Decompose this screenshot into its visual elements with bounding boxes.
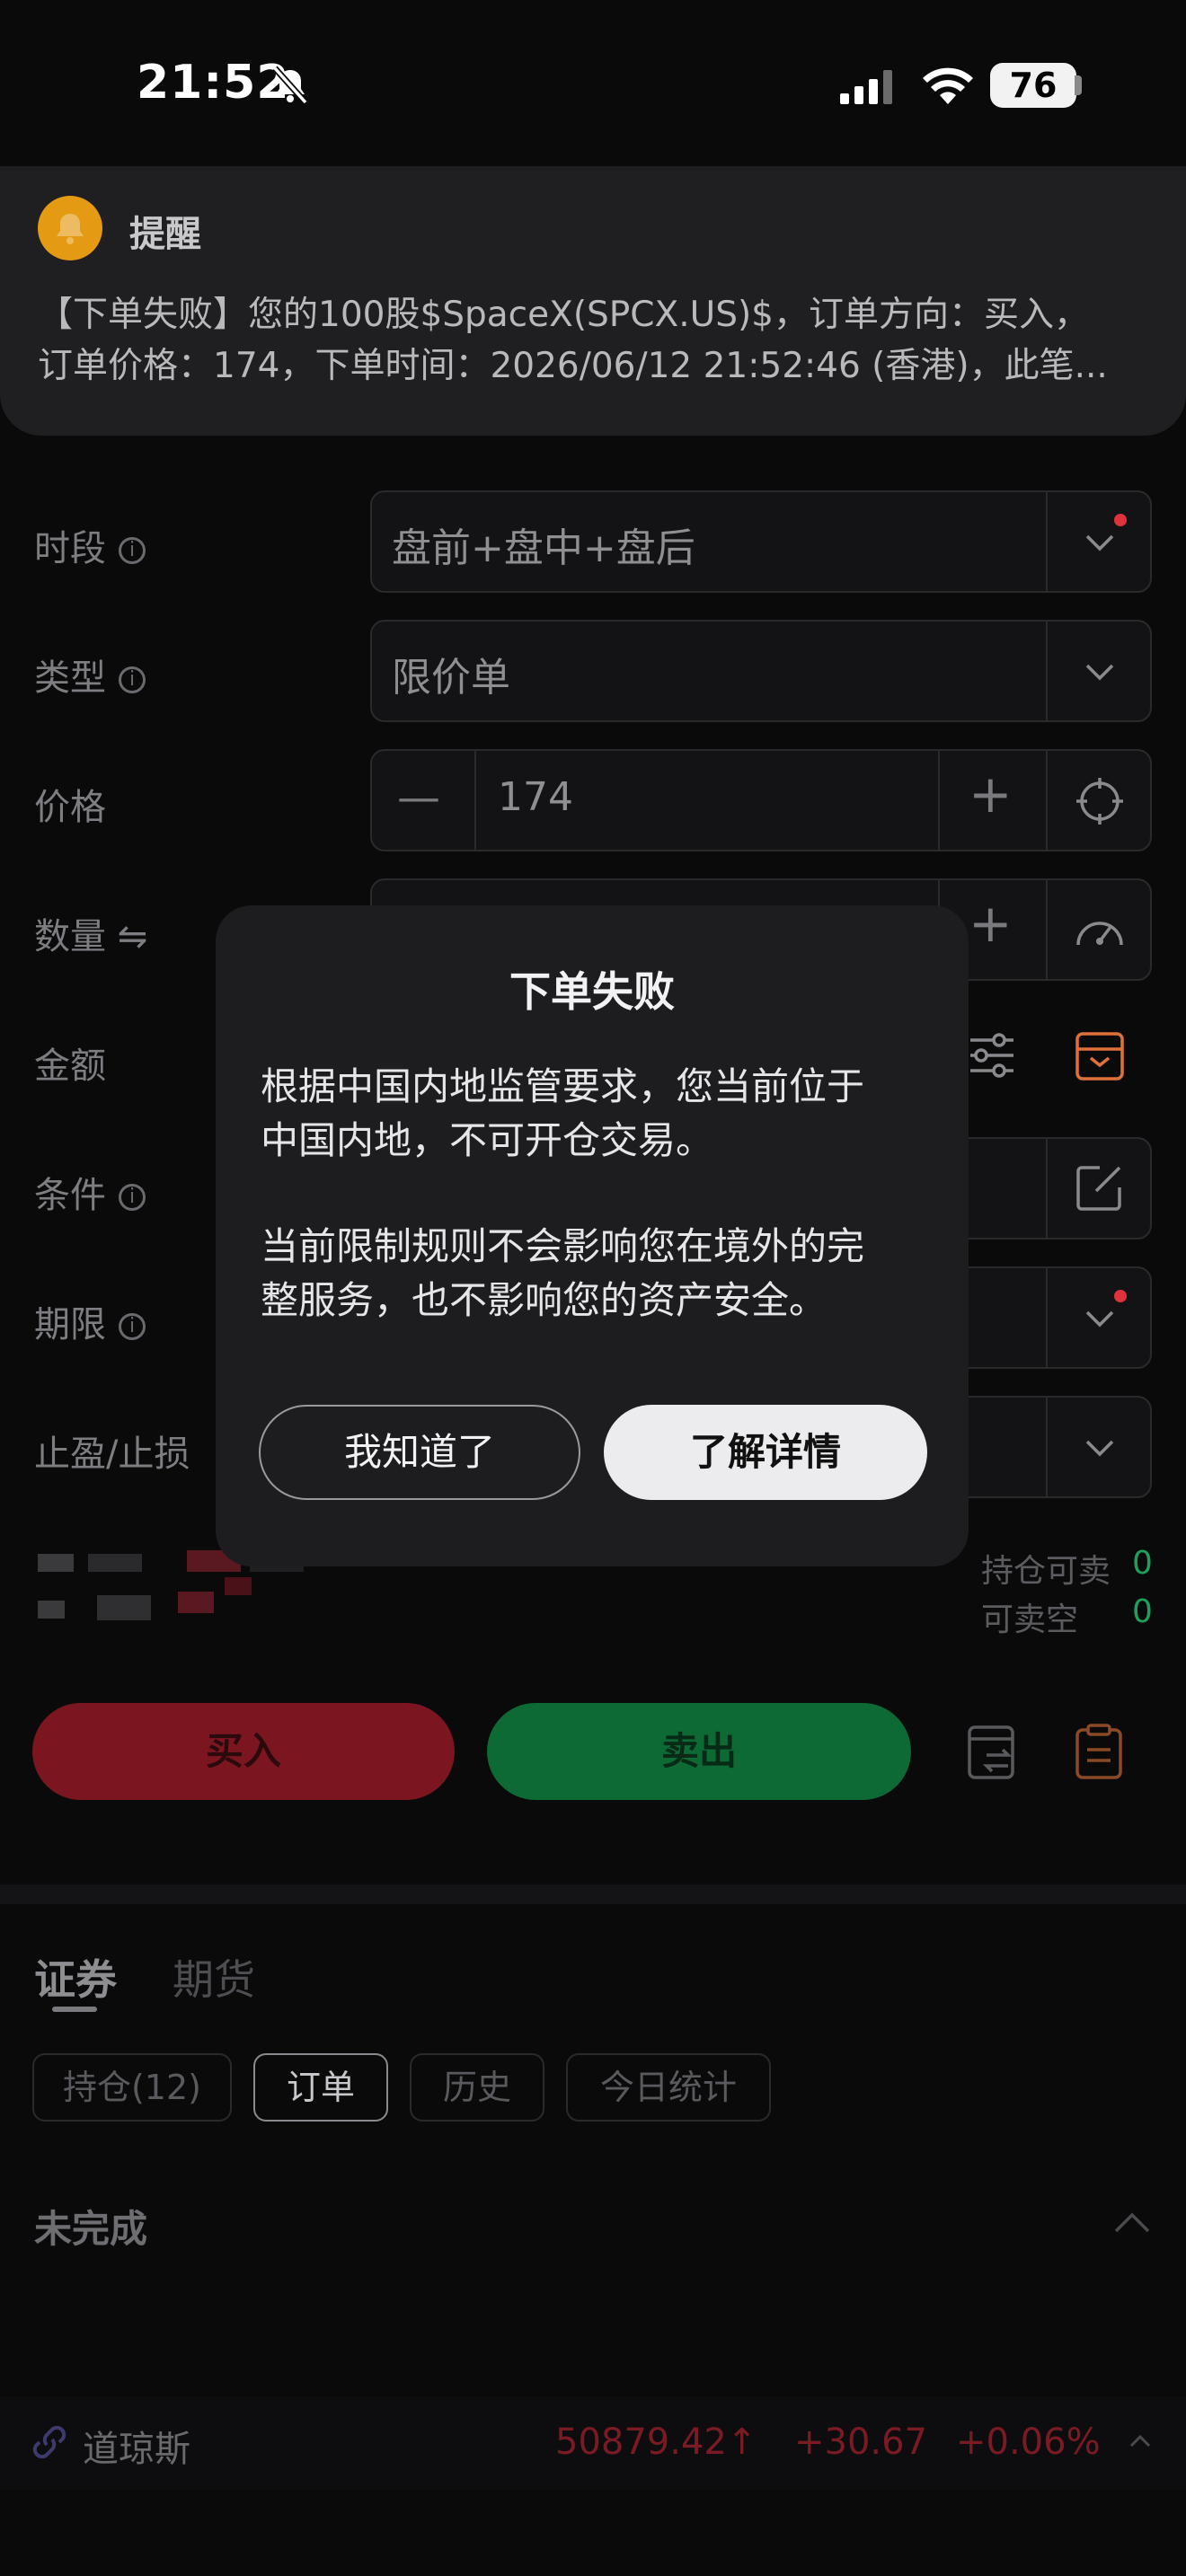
price-stepper [370,749,1152,851]
info-icon[interactable]: i [119,537,146,564]
sliders-icon[interactable] [967,1031,1017,1080]
amount-label: 金额 [34,1045,106,1087]
buy-button[interactable]: 买入 [32,1703,455,1800]
sellable-value: 0 [1132,1545,1153,1582]
dialog-title: 下单失败 [509,967,675,1016]
tab-securities[interactable]: 证券 [34,1947,117,2007]
battery-indicator: 76 [990,63,1076,108]
battery-tip [1075,75,1082,95]
chip-holdings[interactable]: 持仓(12) [32,2053,232,2122]
index-change: +30.67 [794,2422,928,2463]
notification-dot [1114,1290,1127,1302]
field-divider [1046,1268,1048,1367]
session-value: 盘前+盘中+盘后 [392,525,695,571]
field-divider [1046,880,1048,979]
wifi-icon [923,67,973,104]
section-title-pending: 未完成 [34,2207,148,2251]
section-divider [0,1884,1186,1904]
dialog-line: 中国内地，不可开仓交易。 [261,1118,714,1162]
price-minus-button[interactable]: — [397,772,440,823]
tab-futures[interactable]: 期货 [173,1947,255,2007]
field-divider [1046,492,1048,591]
chevron-up-icon[interactable] [1112,2210,1152,2235]
order-type-value: 限价单 [392,655,510,701]
learn-more-button[interactable]: 了解详情 [604,1405,927,1500]
field-divider [1046,1139,1048,1238]
order-swap-icon[interactable] [967,1725,1019,1780]
notification-title: 提醒 [129,214,201,255]
short-value: 0 [1132,1593,1153,1630]
field-divider [1046,1398,1048,1496]
index-name: 道琼斯 [83,2429,190,2470]
field-divider [1046,751,1048,850]
price-plus-button[interactable]: + [969,763,1013,825]
quantity-label: 数量 ⇋ [34,916,148,957]
term-label: 期限 i [34,1295,146,1347]
sell-button[interactable]: 卖出 [487,1703,911,1800]
quantity-plus-button[interactable]: + [969,893,1013,954]
bell-off-icon [272,66,308,105]
chip-today-stats[interactable]: 今日统计 [566,2053,771,2122]
index-price: 50879.42↑ [555,2422,757,2463]
field-divider [474,751,476,850]
notification-bell-icon [38,196,102,260]
speedometer-icon[interactable] [1073,907,1127,952]
dialog-line: 整服务，也不影响您的资产安全。 [261,1278,828,1322]
active-tab-indicator [52,2007,97,2012]
price-input[interactable]: 174 [498,774,573,820]
link-icon [32,2425,66,2459]
chevron-down-icon[interactable] [1084,1432,1116,1464]
crosshair-icon[interactable] [1075,776,1125,826]
short-label: 可卖空 [981,1601,1079,1638]
notification-body: 【下单失败】您的100股$SpaceX(SPCX.US)$，订单方向：买入， 订… [38,289,1152,392]
chevron-up-icon[interactable] [1128,2432,1152,2448]
chevron-down-icon[interactable] [1084,656,1116,688]
clipboard-icon[interactable] [1075,1723,1123,1780]
session-label: 时段 i [34,519,146,571]
chip-history[interactable]: 历史 [410,2053,544,2122]
info-icon[interactable]: i [119,1313,146,1340]
type-label: 类型 i [34,648,146,701]
info-icon[interactable]: i [119,1184,146,1211]
calculator-icon[interactable] [1075,1031,1125,1081]
field-divider [1046,622,1048,720]
dialog-line: 当前限制规则不会影响您在境外的完 [261,1224,865,1268]
dialog-message-2: 当前限制规则不会影响您在境外的完 整服务，也不影响您的资产安全。 [261,1220,943,1328]
tp-sl-label: 止盈/止损 [34,1434,190,1475]
price-label: 价格 [34,787,106,828]
chip-orders[interactable]: 订单 [253,2053,388,2122]
notification-line-1: 【下单失败】您的100股$SpaceX(SPCX.US)$，订单方向：买入， [38,295,1089,335]
swap-icon[interactable]: ⇋ [118,916,148,957]
info-icon[interactable]: i [119,666,146,693]
condition-label: 条件 i [34,1166,146,1218]
dialog-line: 根据中国内地监管要求，您当前位于 [261,1064,865,1108]
notification-dot [1114,514,1127,526]
field-divider [938,751,940,850]
edit-icon[interactable] [1075,1162,1125,1213]
chevron-down-icon[interactable] [1084,1302,1116,1335]
notification-line-2: 订单价格：174，下单时间：2026/06/12 21:52:46 (香港)，此… [38,346,1108,386]
sellable-label: 持仓可卖 [981,1553,1111,1590]
status-time: 21:52 [137,56,290,110]
index-change-pct: +0.06% [956,2422,1101,2463]
dialog-message-1: 根据中国内地监管要求，您当前位于 中国内地，不可开仓交易。 [261,1060,943,1168]
cellular-signal-icon [840,70,892,104]
acknowledge-button[interactable]: 我知道了 [259,1405,580,1500]
arrow-up-icon: ↑ [726,2422,757,2463]
chevron-down-icon[interactable] [1084,526,1116,559]
